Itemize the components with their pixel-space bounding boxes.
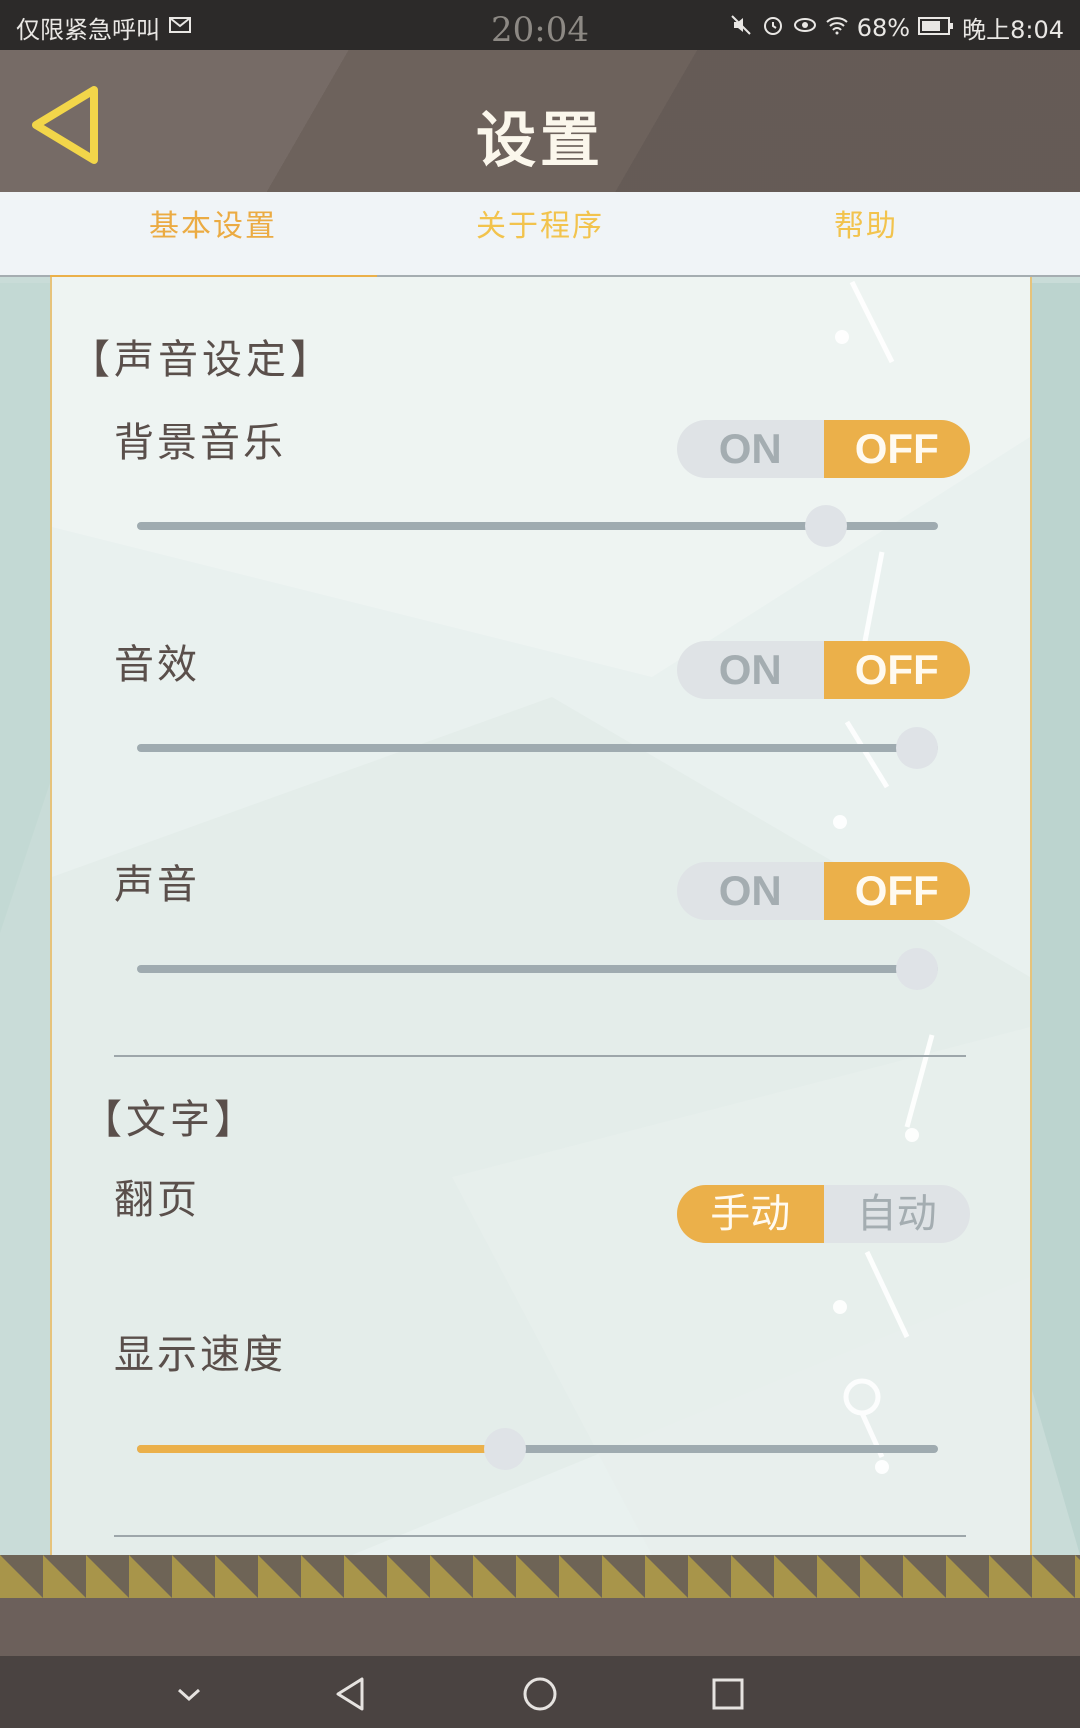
bgm-toggle[interactable]: ON OFF xyxy=(677,420,970,478)
sfx-volume-slider[interactable] xyxy=(137,727,938,769)
recents-icon[interactable] xyxy=(704,1670,752,1718)
bgm-label: 背景音乐 xyxy=(114,420,286,466)
display-speed-slider[interactable] xyxy=(137,1428,938,1470)
voice-label: 声音 xyxy=(114,862,200,908)
chevron-down-icon[interactable] xyxy=(165,1670,213,1718)
bgm-off-option[interactable]: OFF xyxy=(823,420,970,478)
voice-off-option[interactable]: OFF xyxy=(823,862,970,920)
tab-basic-settings[interactable]: 基本设置 xyxy=(50,192,376,275)
status-bar: 仅限紧急呼叫 20:04 68% 晚上8:04 xyxy=(0,0,1080,50)
battery-percent: 68% xyxy=(856,13,911,42)
alarm-icon xyxy=(761,13,785,43)
section-divider xyxy=(114,1055,966,1057)
settings-panel: 【声音设定】 背景音乐 ON OFF 音效 ON OFF 声音 ON OFF 【… xyxy=(50,277,1032,1555)
back-icon[interactable] xyxy=(328,1670,376,1718)
mute-icon xyxy=(729,13,753,43)
page-turn-toggle[interactable]: 手动 自动 xyxy=(677,1185,970,1243)
sfx-slider-thumb[interactable] xyxy=(896,727,938,769)
sfx-toggle[interactable]: ON OFF xyxy=(677,641,970,699)
voice-toggle[interactable]: ON OFF xyxy=(677,862,970,920)
status-right: 68% 晚上8:04 xyxy=(729,10,1064,45)
sound-section-title: 【声音设定】 xyxy=(70,337,334,383)
eye-icon xyxy=(793,13,817,43)
page-turn-label: 翻页 xyxy=(114,1177,200,1223)
display-speed-fill xyxy=(137,1445,506,1453)
bgm-volume-slider[interactable] xyxy=(137,505,938,547)
home-icon[interactable] xyxy=(516,1670,564,1718)
status-time: 晚上8:04 xyxy=(962,16,1064,44)
voice-volume-slider[interactable] xyxy=(137,948,938,990)
tab-about[interactable]: 关于程序 xyxy=(377,192,703,275)
wifi-icon xyxy=(825,13,849,43)
tab-bar: 基本设置 关于程序 帮助 xyxy=(0,192,1080,277)
bottom-bar xyxy=(0,1598,1080,1656)
sfx-off-option[interactable]: OFF xyxy=(823,641,970,699)
system-nav-bar xyxy=(0,1656,1080,1728)
battery-icon xyxy=(918,14,954,42)
decorative-triangle-band xyxy=(0,1555,1080,1598)
sfx-on-option[interactable]: ON xyxy=(677,641,824,699)
voice-on-option[interactable]: ON xyxy=(677,862,824,920)
bgm-slider-thumb[interactable] xyxy=(804,505,847,547)
page-title: 设置 xyxy=(476,106,604,176)
display-speed-label: 显示速度 xyxy=(114,1332,286,1378)
tab-help[interactable]: 帮助 xyxy=(703,192,1029,275)
bgm-on-option[interactable]: ON xyxy=(677,420,824,478)
bottom-divider xyxy=(114,1535,966,1537)
manual-option[interactable]: 手动 xyxy=(677,1185,824,1243)
voice-slider-thumb[interactable] xyxy=(896,948,938,990)
sfx-label: 音效 xyxy=(114,642,200,688)
auto-option[interactable]: 自动 xyxy=(824,1185,971,1243)
text-section-title: 【文字】 xyxy=(82,1097,258,1143)
app-header: 设置 xyxy=(0,50,1080,192)
